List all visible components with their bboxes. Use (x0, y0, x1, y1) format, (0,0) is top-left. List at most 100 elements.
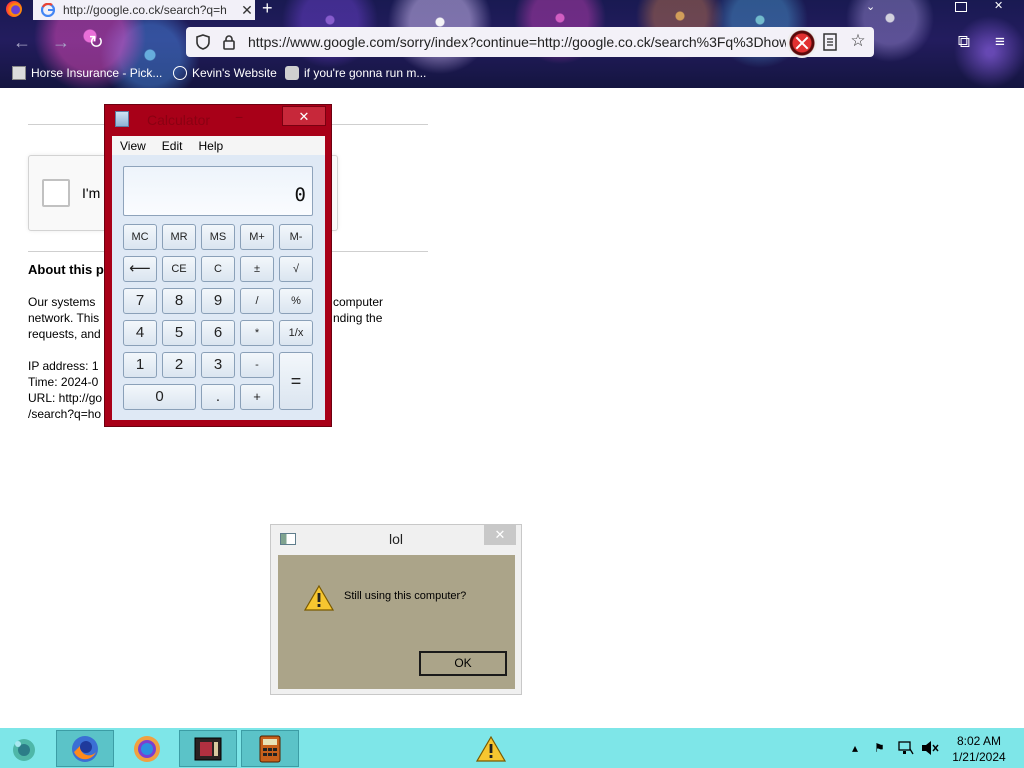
button-mr[interactable]: MR (162, 224, 196, 250)
taskbar-calculator[interactable] (241, 730, 299, 767)
button-equals[interactable]: = (279, 352, 313, 410)
taskbar-chrome[interactable] (118, 730, 176, 767)
lock-icon[interactable] (220, 33, 238, 51)
display-value: 0 (294, 184, 306, 206)
button-6[interactable]: 6 (201, 320, 235, 346)
button-m-minus[interactable]: M- (279, 224, 313, 250)
calculator-window: Calculator − ✕ View Edit Help 0 MC MR MS… (104, 104, 332, 427)
button-negate[interactable]: ± (240, 256, 274, 282)
bookmark-label: if you're gonna run m... (304, 66, 427, 80)
taskbar-warning-dialog[interactable] (462, 730, 520, 767)
taskbar-media-app[interactable] (179, 730, 237, 767)
paragraph-line: requests, and (28, 327, 101, 341)
page-icon (12, 66, 26, 80)
bookmark-label: Horse Insurance - Pick... (31, 66, 163, 80)
button-subtract[interactable]: - (240, 352, 274, 378)
button-add[interactable]: + (240, 384, 274, 410)
button-5[interactable]: 5 (162, 320, 196, 346)
menu-icon[interactable]: ≡ (988, 30, 1012, 54)
url-line: URL: http://go (28, 391, 103, 405)
tray-chevron-up-icon[interactable]: ▴ (852, 741, 858, 755)
button-0[interactable]: 0 (123, 384, 196, 410)
tab-google-search[interactable]: http://google.co.ck/search?q=h ✕ (33, 0, 255, 20)
button-sqrt[interactable]: √ (279, 256, 313, 282)
calculator-title: Calculator (147, 112, 211, 128)
button-4[interactable]: 4 (123, 320, 157, 346)
menu-view[interactable]: View (112, 136, 154, 155)
bookmark-horse-insurance[interactable]: Horse Insurance - Pick... (12, 64, 162, 82)
about-heading: About this p (28, 262, 104, 277)
button-8[interactable]: 8 (162, 288, 196, 314)
bookmark-star-icon[interactable]: ☆ (846, 29, 870, 53)
tab-title: http://google.co.ck/search?q=h (63, 3, 227, 17)
start-icon[interactable] (8, 734, 40, 764)
new-tab-button[interactable]: + (262, 0, 273, 19)
button-m-plus[interactable]: M+ (240, 224, 274, 250)
button-ms[interactable]: MS (201, 224, 235, 250)
volume-muted-icon[interactable] (921, 740, 939, 756)
system-clock[interactable]: 8:02 AM 1/21/2024 (946, 733, 1012, 765)
bookmark-label: Kevin's Website (192, 66, 277, 80)
button-c[interactable]: C (201, 256, 235, 282)
paragraph-line: Our systems (28, 295, 96, 309)
button-percent[interactable]: % (279, 288, 313, 314)
url-bar[interactable]: https://www.google.com/sorry/index?conti… (186, 27, 874, 57)
taskbar-firefox[interactable] (56, 730, 114, 767)
close-window-icon[interactable]: ✕ (994, 0, 1003, 12)
bookmark-gonna-run[interactable]: if you're gonna run m... (285, 64, 426, 82)
restore-icon[interactable] (955, 2, 967, 12)
button-ce[interactable]: CE (162, 256, 196, 282)
minimize-button[interactable]: − (235, 109, 243, 125)
dialog-message: Still using this computer? (344, 590, 467, 602)
menu-edit[interactable]: Edit (154, 136, 191, 155)
button-2[interactable]: 2 (162, 352, 196, 378)
shield-icon[interactable] (194, 33, 212, 51)
paragraph-line: network. This (28, 311, 100, 325)
button-mc[interactable]: MC (123, 224, 157, 250)
button-multiply[interactable]: * (240, 320, 274, 346)
action-center-flag-icon[interactable]: ⚑ (874, 741, 885, 755)
button-decimal[interactable]: . (201, 384, 235, 410)
lol-dialog: lol ✕ Still using this computer? OK (270, 524, 522, 695)
calculator-body: View Edit Help 0 MC MR MS M+ M- ⟵ CE C ±… (112, 136, 325, 420)
firefox-icon[interactable] (6, 1, 22, 17)
calculator-display: 0 (123, 166, 313, 216)
media-app-icon (194, 737, 222, 760)
menu-help[interactable]: Help (190, 136, 231, 155)
ok-button[interactable]: OK (419, 651, 507, 676)
button-7[interactable]: 7 (123, 288, 157, 314)
button-reciprocal[interactable]: 1/x (279, 320, 313, 346)
chevron-down-icon[interactable]: ⌄ (866, 0, 875, 13)
taskbar: ▴ ⚑ 8:02 AM 1/21/2024 (0, 728, 1024, 768)
reload-button[interactable]: ↻ (84, 30, 108, 54)
forward-button[interactable]: → (49, 30, 73, 54)
button-9[interactable]: 9 (201, 288, 235, 314)
bookmark-favicon-icon (285, 66, 299, 80)
google-favicon-icon (41, 3, 55, 17)
ip-address-line: IP address: 1 (28, 359, 99, 373)
button-3[interactable]: 3 (201, 352, 235, 378)
clock-date: 1/21/2024 (952, 750, 1006, 764)
button-backspace[interactable]: ⟵ (123, 256, 157, 282)
extensions-icon[interactable]: ⧉ (952, 30, 976, 54)
dialog-close-button[interactable]: ✕ (484, 525, 516, 545)
browser-icon (134, 735, 160, 762)
recaptcha-checkbox[interactable] (42, 179, 70, 207)
warning-icon (304, 585, 334, 611)
paragraph-line: computer (333, 295, 384, 309)
warning-icon (476, 735, 506, 762)
button-1[interactable]: 1 (123, 352, 157, 378)
button-divide[interactable]: / (240, 288, 274, 314)
network-icon[interactable] (898, 740, 914, 756)
back-button[interactable]: ← (10, 30, 34, 54)
search-line: /search?q=ho (28, 407, 102, 421)
reader-view-icon[interactable] (822, 33, 838, 51)
recaptcha-label: I'm (82, 185, 101, 201)
stop-sign-icon[interactable] (787, 28, 817, 58)
url-text[interactable]: https://www.google.com/sorry/index?conti… (248, 34, 786, 50)
bookmark-kevins-website[interactable]: Kevin's Website (173, 64, 277, 82)
tab-close-button[interactable]: ✕ (239, 2, 255, 19)
globe-icon (173, 66, 187, 80)
calculator-close-button[interactable]: ✕ (282, 106, 326, 126)
browser-chrome: http://google.co.ck/search?q=h ✕ + ⌄ ✕ ←… (0, 0, 1024, 88)
